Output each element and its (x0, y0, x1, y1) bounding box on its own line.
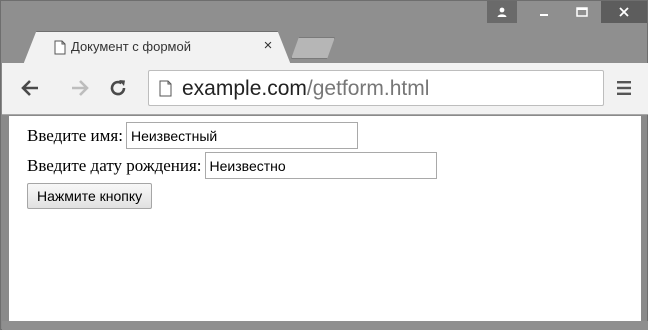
birthdate-input[interactable] (204, 152, 437, 179)
reload-button[interactable] (106, 76, 130, 100)
forward-arrow-icon (72, 80, 89, 96)
name-row: Введите имя: (27, 122, 358, 149)
address-bar[interactable]: example.com/getform.html (148, 70, 604, 106)
url-path: /getform.html (306, 77, 430, 100)
birthdate-label: Введите дату рождения: (27, 155, 202, 175)
submit-button[interactable]: Нажмите кнопку (27, 183, 153, 209)
hamburger-menu-icon[interactable] (614, 78, 634, 98)
page-content: Введите имя: Введите дату рождения: Нажм… (9, 116, 641, 321)
browser-window: Документ с формой × example.com/getform.… (0, 0, 648, 330)
name-input[interactable] (125, 122, 358, 149)
close-window-button[interactable] (601, 1, 647, 23)
forward-button[interactable] (68, 76, 92, 100)
window-controls (487, 1, 647, 29)
url-text[interactable]: example.com/getform.html (182, 77, 429, 101)
person-icon (497, 7, 507, 17)
page-icon (159, 80, 172, 97)
maximize-button[interactable] (563, 1, 601, 23)
browser-toolbar: example.com/getform.html (2, 63, 648, 115)
reload-icon (110, 80, 126, 96)
maximize-icon (576, 7, 588, 17)
birthdate-row: Введите дату рождения: (27, 152, 437, 179)
window-bottom-border (2, 321, 648, 330)
title-bar: Документ с формой × (1, 1, 647, 63)
user-profile-icon[interactable] (487, 1, 517, 23)
tab-title: Документ с формой (71, 39, 191, 54)
back-button[interactable] (18, 76, 42, 100)
new-tab-button[interactable] (291, 37, 335, 59)
document-icon (54, 40, 66, 55)
minimize-icon (540, 14, 548, 16)
name-label: Введите имя: (27, 125, 123, 145)
close-icon (619, 7, 629, 17)
tab-close-icon[interactable]: × (260, 38, 276, 54)
url-host: example.com (182, 77, 307, 100)
minimize-button[interactable] (525, 1, 563, 23)
back-arrow-icon (21, 80, 38, 96)
